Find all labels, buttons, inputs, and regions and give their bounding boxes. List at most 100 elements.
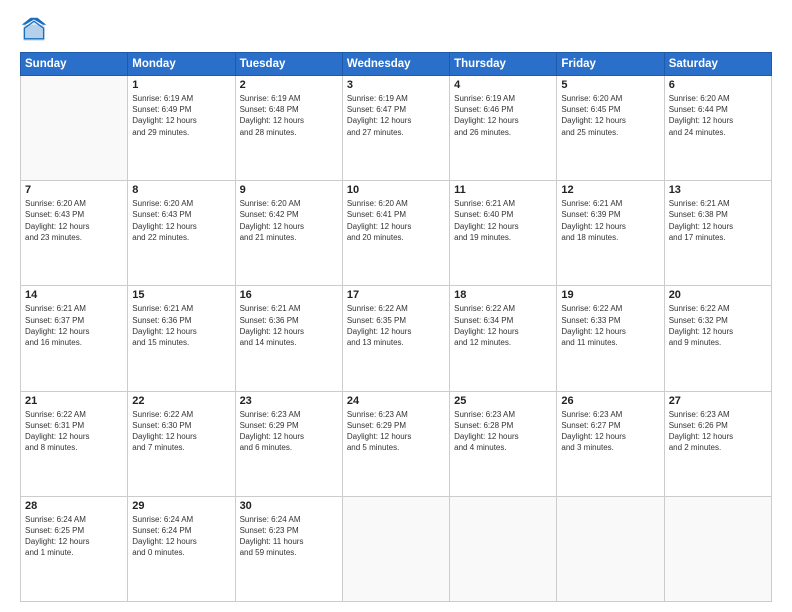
calendar-cell: 11 Sunrise: 6:21 AM Sunset: 6:40 PM Dayli… [450,181,557,286]
day-number: 13 [669,184,767,196]
day-number: 9 [240,184,338,196]
calendar-week-row: 7 Sunrise: 6:20 AM Sunset: 6:43 PM Daylig… [21,181,772,286]
day-info: Sunrise: 6:22 AM Sunset: 6:35 PM Dayligh… [347,303,445,348]
calendar-cell: 17 Sunrise: 6:22 AM Sunset: 6:35 PM Dayli… [342,286,449,391]
day-number: 8 [132,184,230,196]
day-info: Sunrise: 6:24 AM Sunset: 6:25 PM Dayligh… [25,514,123,559]
day-number: 3 [347,79,445,91]
calendar-cell [342,496,449,601]
logo [20,16,52,44]
calendar-table: SundayMondayTuesdayWednesdayThursdayFrid… [20,52,772,602]
calendar-cell: 9 Sunrise: 6:20 AM Sunset: 6:42 PM Daylig… [235,181,342,286]
weekday-header-wednesday: Wednesday [342,53,449,76]
day-info: Sunrise: 6:23 AM Sunset: 6:27 PM Dayligh… [561,409,659,454]
day-number: 15 [132,289,230,301]
calendar-cell: 6 Sunrise: 6:20 AM Sunset: 6:44 PM Daylig… [664,76,771,181]
calendar-cell: 1 Sunrise: 6:19 AM Sunset: 6:49 PM Daylig… [128,76,235,181]
calendar-cell: 27 Sunrise: 6:23 AM Sunset: 6:26 PM Dayli… [664,391,771,496]
day-number: 19 [561,289,659,301]
calendar-week-row: 1 Sunrise: 6:19 AM Sunset: 6:49 PM Daylig… [21,76,772,181]
calendar-cell: 24 Sunrise: 6:23 AM Sunset: 6:29 PM Dayli… [342,391,449,496]
day-info: Sunrise: 6:20 AM Sunset: 6:41 PM Dayligh… [347,198,445,243]
weekday-header-saturday: Saturday [664,53,771,76]
calendar-cell: 18 Sunrise: 6:22 AM Sunset: 6:34 PM Dayli… [450,286,557,391]
calendar-cell: 4Sunrise: 6:19 AM Sunset: 6:46 PM Daylig… [450,76,557,181]
calendar-cell: 8 Sunrise: 6:20 AM Sunset: 6:43 PM Daylig… [128,181,235,286]
day-info: Sunrise: 6:24 AM Sunset: 6:24 PM Dayligh… [132,514,230,559]
day-info: Sunrise: 6:21 AM Sunset: 6:37 PM Dayligh… [25,303,123,348]
day-number: 22 [132,395,230,407]
calendar-cell: 12 Sunrise: 6:21 AM Sunset: 6:39 PM Dayli… [557,181,664,286]
calendar-cell: 26 Sunrise: 6:23 AM Sunset: 6:27 PM Dayli… [557,391,664,496]
day-info: Sunrise: 6:22 AM Sunset: 6:30 PM Dayligh… [132,409,230,454]
day-number: 24 [347,395,445,407]
calendar-cell: 3 Sunrise: 6:19 AM Sunset: 6:47 PM Daylig… [342,76,449,181]
calendar-cell: 2 Sunrise: 6:19 AM Sunset: 6:48 PM Daylig… [235,76,342,181]
day-info: Sunrise: 6:21 AM Sunset: 6:36 PM Dayligh… [132,303,230,348]
day-number: 2 [240,79,338,91]
day-info: Sunrise: 6:21 AM Sunset: 6:39 PM Dayligh… [561,198,659,243]
day-number: 26 [561,395,659,407]
calendar-cell: 30 Sunrise: 6:24 AM Sunset: 6:23 PM Dayli… [235,496,342,601]
day-number: 23 [240,395,338,407]
day-info: Sunrise: 6:23 AM Sunset: 6:26 PM Dayligh… [669,409,767,454]
header [20,16,772,44]
day-number: 18 [454,289,552,301]
day-info: Sunrise: 6:22 AM Sunset: 6:32 PM Dayligh… [669,303,767,348]
day-number: 16 [240,289,338,301]
calendar-week-row: 21Sunrise: 6:22 AM Sunset: 6:31 PM Dayli… [21,391,772,496]
calendar-cell: 7Sunrise: 6:20 AM Sunset: 6:43 PM Daylig… [21,181,128,286]
calendar-cell [664,496,771,601]
day-info: Sunrise: 6:19 AM Sunset: 6:48 PM Dayligh… [240,93,338,138]
weekday-header-sunday: Sunday [21,53,128,76]
day-info: Sunrise: 6:19 AM Sunset: 6:47 PM Dayligh… [347,93,445,138]
calendar-cell: 14Sunrise: 6:21 AM Sunset: 6:37 PM Dayli… [21,286,128,391]
day-number: 25 [454,395,552,407]
day-number: 12 [561,184,659,196]
calendar-cell: 15 Sunrise: 6:21 AM Sunset: 6:36 PM Dayli… [128,286,235,391]
day-info: Sunrise: 6:23 AM Sunset: 6:29 PM Dayligh… [240,409,338,454]
day-number: 1 [132,79,230,91]
day-number: 30 [240,500,338,512]
day-number: 20 [669,289,767,301]
calendar-cell [21,76,128,181]
day-info: Sunrise: 6:22 AM Sunset: 6:34 PM Dayligh… [454,303,552,348]
calendar-cell: 16 Sunrise: 6:21 AM Sunset: 6:36 PM Dayli… [235,286,342,391]
day-info: Sunrise: 6:24 AM Sunset: 6:23 PM Dayligh… [240,514,338,559]
calendar-cell: 20 Sunrise: 6:22 AM Sunset: 6:32 PM Dayli… [664,286,771,391]
calendar-cell [450,496,557,601]
calendar-cell: 22 Sunrise: 6:22 AM Sunset: 6:30 PM Dayli… [128,391,235,496]
day-info: Sunrise: 6:20 AM Sunset: 6:43 PM Dayligh… [132,198,230,243]
day-number: 21 [25,395,123,407]
day-info: Sunrise: 6:19 AM Sunset: 6:49 PM Dayligh… [132,93,230,138]
day-info: Sunrise: 6:21 AM Sunset: 6:36 PM Dayligh… [240,303,338,348]
calendar-cell: 5Sunrise: 6:20 AM Sunset: 6:45 PM Daylig… [557,76,664,181]
day-number: 7 [25,184,123,196]
weekday-header-monday: Monday [128,53,235,76]
day-number: 6 [669,79,767,91]
calendar-cell: 21Sunrise: 6:22 AM Sunset: 6:31 PM Dayli… [21,391,128,496]
calendar-cell: 13 Sunrise: 6:21 AM Sunset: 6:38 PM Dayli… [664,181,771,286]
day-number: 27 [669,395,767,407]
day-number: 11 [454,184,552,196]
day-info: Sunrise: 6:21 AM Sunset: 6:40 PM Dayligh… [454,198,552,243]
day-info: Sunrise: 6:20 AM Sunset: 6:44 PM Dayligh… [669,93,767,138]
calendar-cell: 23 Sunrise: 6:23 AM Sunset: 6:29 PM Dayli… [235,391,342,496]
page: SundayMondayTuesdayWednesdayThursdayFrid… [0,0,792,612]
day-info: Sunrise: 6:21 AM Sunset: 6:38 PM Dayligh… [669,198,767,243]
day-number: 29 [132,500,230,512]
weekday-header-tuesday: Tuesday [235,53,342,76]
day-info: Sunrise: 6:20 AM Sunset: 6:42 PM Dayligh… [240,198,338,243]
day-info: Sunrise: 6:22 AM Sunset: 6:33 PM Dayligh… [561,303,659,348]
calendar-cell: 10 Sunrise: 6:20 AM Sunset: 6:41 PM Dayli… [342,181,449,286]
calendar-week-row: 28 Sunrise: 6:24 AM Sunset: 6:25 PM Dayli… [21,496,772,601]
weekday-header-friday: Friday [557,53,664,76]
day-info: Sunrise: 6:23 AM Sunset: 6:29 PM Dayligh… [347,409,445,454]
day-number: 28 [25,500,123,512]
day-info: Sunrise: 6:23 AM Sunset: 6:28 PM Dayligh… [454,409,552,454]
weekday-header-thursday: Thursday [450,53,557,76]
day-number: 10 [347,184,445,196]
calendar-header-row: SundayMondayTuesdayWednesdayThursdayFrid… [21,53,772,76]
day-number: 17 [347,289,445,301]
logo-icon [20,16,48,44]
